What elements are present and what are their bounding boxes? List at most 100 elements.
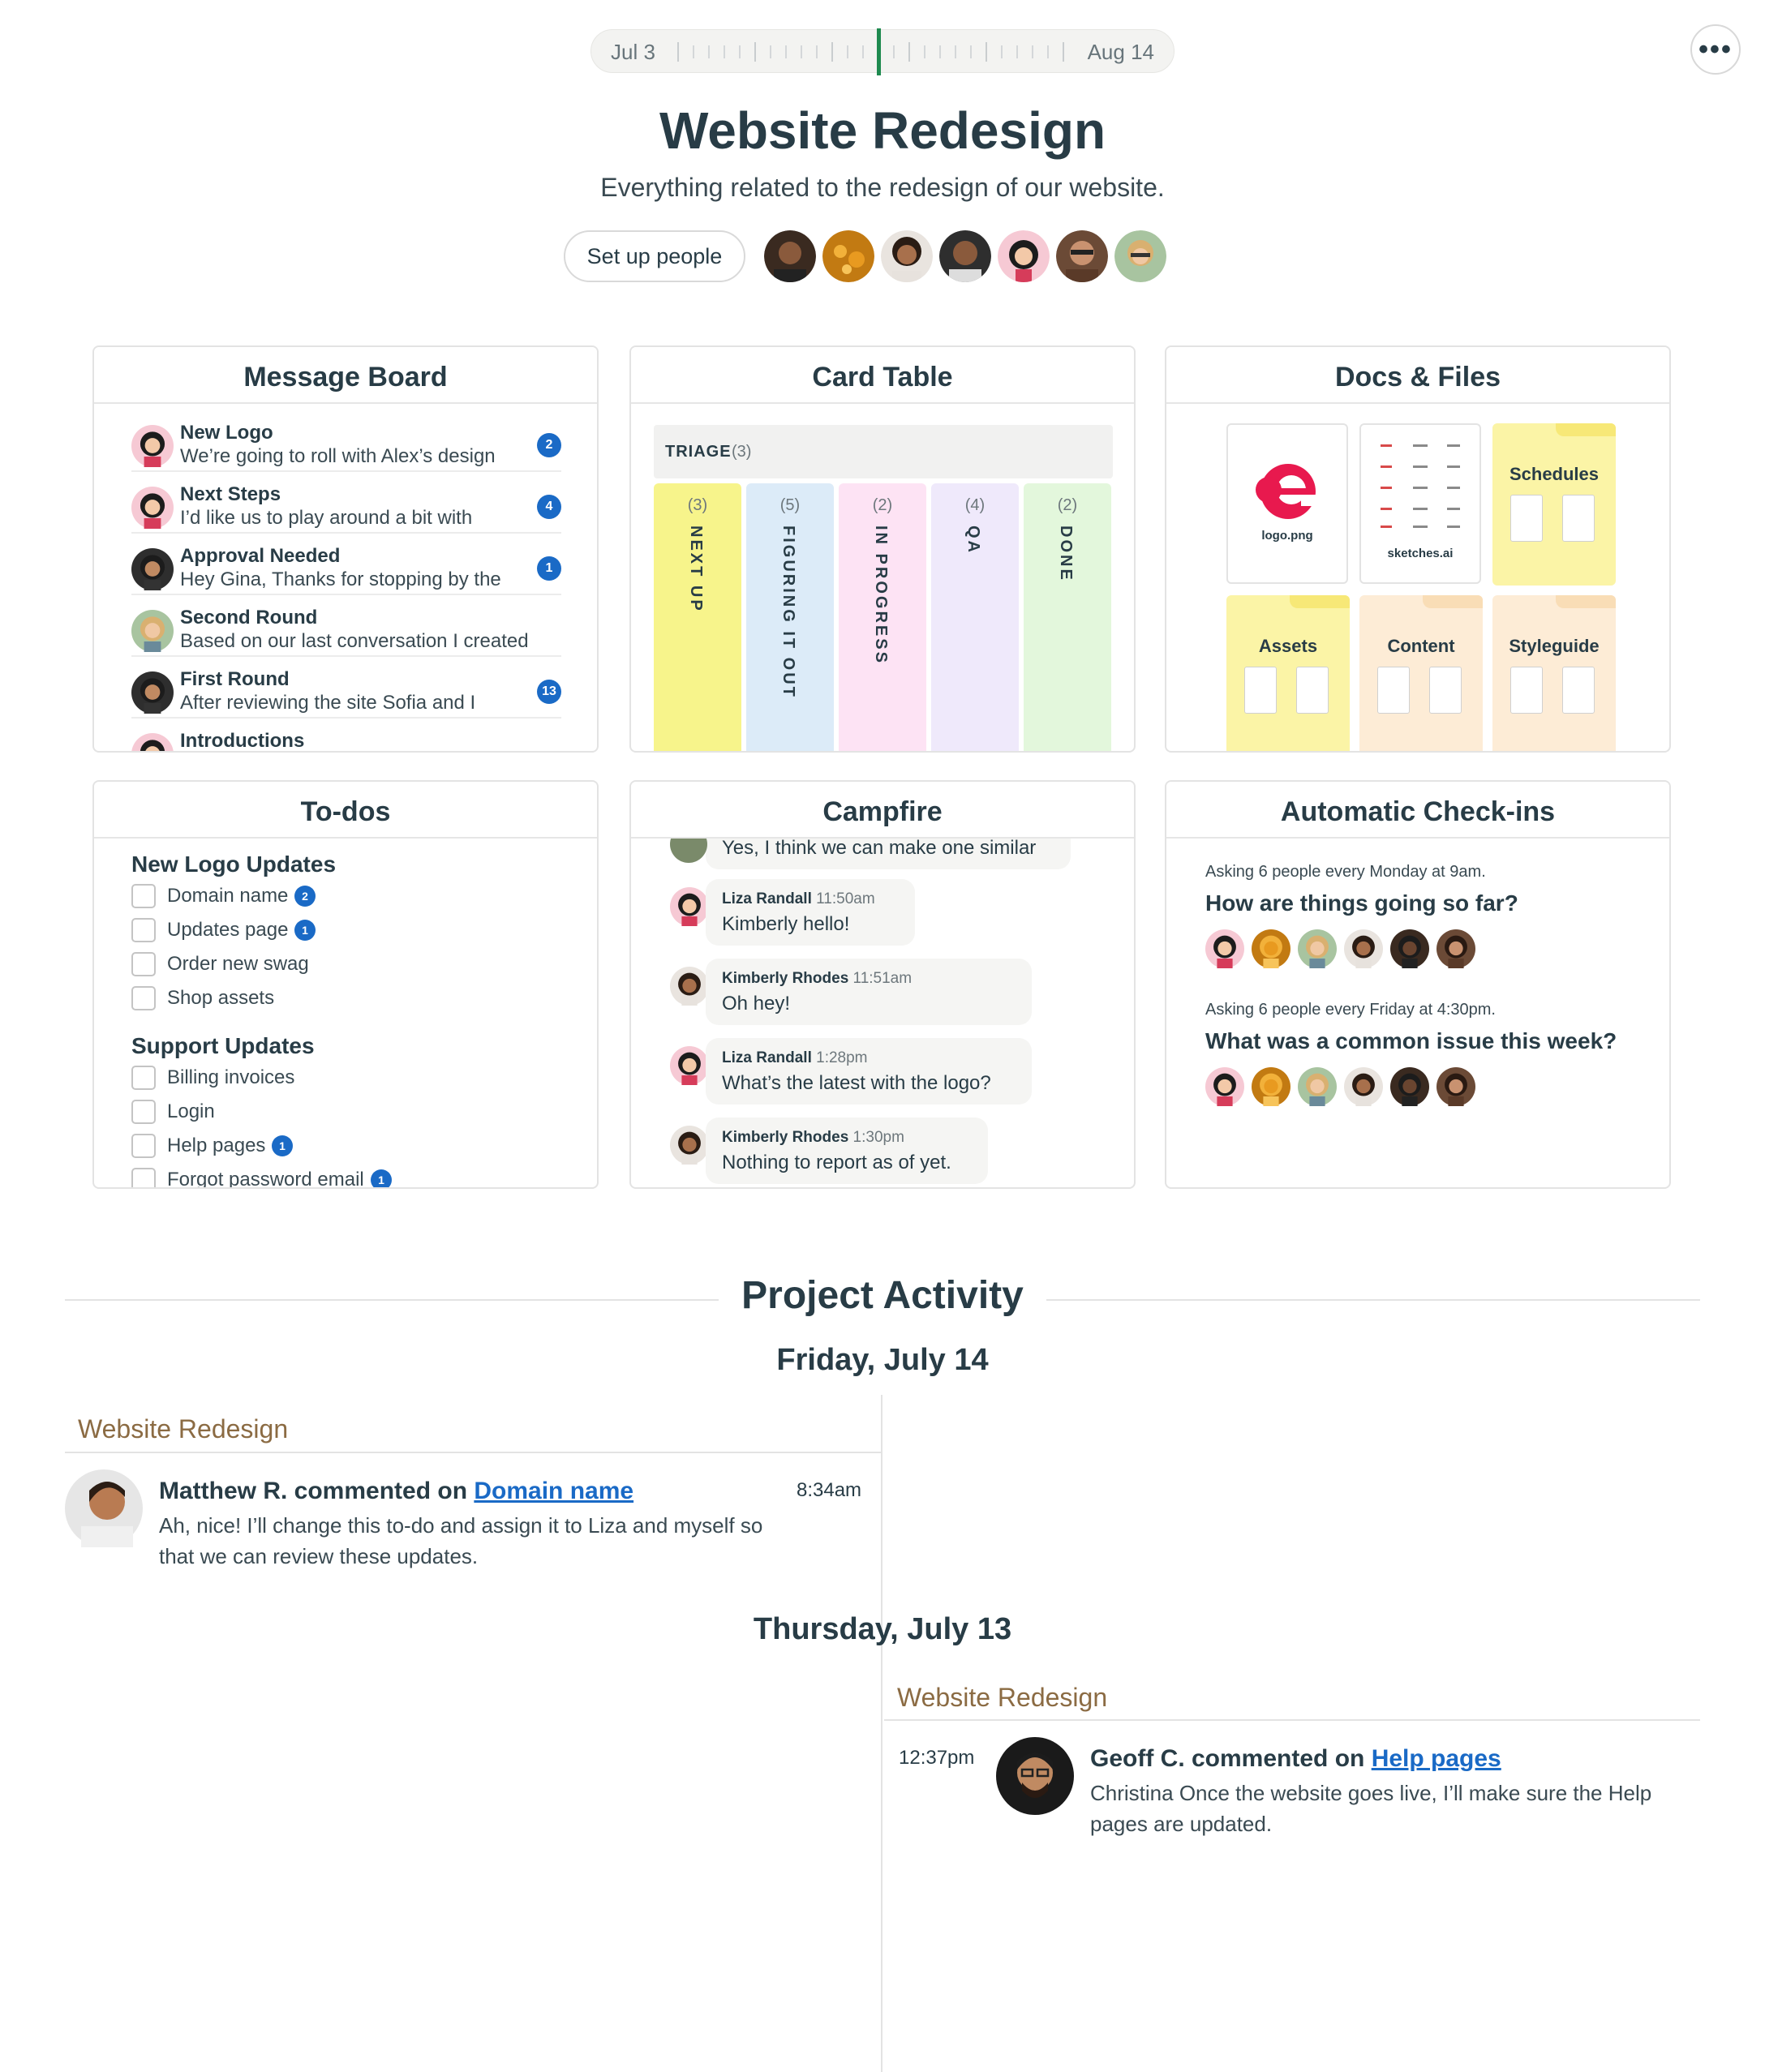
timeline-tick <box>908 42 910 62</box>
todo-label: Shop assets <box>167 987 275 1009</box>
checkin-question[interactable]: What was a common issue this week? <box>1205 1028 1617 1054</box>
bucket-divider <box>884 1719 1700 1721</box>
message-item[interactable]: Approval Needed Hey Gina, Thanks for stop… <box>131 542 561 595</box>
timeline-tick <box>693 45 694 58</box>
activity-link-domain-name[interactable]: Domain name <box>474 1478 633 1504</box>
message-board-card[interactable]: Message Board New Logo We’re going to rol… <box>92 345 599 753</box>
message-item[interactable]: Second Round Based on our last conversati… <box>131 603 561 657</box>
timeline-tick <box>754 42 756 62</box>
folder-assets[interactable]: Assets <box>1226 595 1350 751</box>
checkin-question[interactable]: How are things going so far? <box>1205 890 1518 916</box>
card-column[interactable]: (3) NEXT UP <box>654 483 741 751</box>
todo-list-title[interactable]: New Logo Updates <box>131 852 336 877</box>
file-logo-png[interactable]: logo.png <box>1226 423 1348 584</box>
avatar <box>131 610 174 652</box>
message-title: Next Steps <box>180 483 281 505</box>
triage-bar[interactable]: TRIAGE (3) <box>654 425 1113 478</box>
message-item[interactable]: Introductions <box>131 727 561 751</box>
folder-schedules[interactable]: Schedules <box>1492 423 1616 586</box>
avatar[interactable] <box>939 230 991 282</box>
chat-bubble: Liza Randall 1:28pm What’s the latest wit… <box>706 1038 1032 1105</box>
card-title[interactable]: Card Table <box>631 347 1134 404</box>
checkbox[interactable] <box>131 884 156 908</box>
avatar[interactable] <box>764 230 816 282</box>
timeline-tick <box>1001 45 1003 58</box>
message-item[interactable]: Next Steps I’d like us to play around a b… <box>131 480 561 534</box>
card-title[interactable]: Campfire <box>631 782 1134 839</box>
message-preview: I’d like us to play around a bit with <box>180 507 473 529</box>
folder-content[interactable]: Content <box>1359 595 1483 751</box>
folder-styleguide[interactable]: Styleguide <box>1492 595 1616 751</box>
chat-time: 1:28pm <box>816 1049 868 1066</box>
timeline-center-line <box>881 1395 882 2072</box>
chat-time: 1:30pm <box>852 1129 904 1146</box>
bucket-label[interactable]: Website Redesign <box>78 1414 288 1444</box>
checkbox[interactable] <box>131 986 156 1010</box>
activity-link-help-pages[interactable]: Help pages <box>1372 1745 1501 1772</box>
avatar <box>1344 929 1383 968</box>
more-options-button[interactable]: ••• <box>1690 24 1741 75</box>
column-name: FIGURING IT OUT <box>779 526 797 699</box>
card-column[interactable]: (4) QA <box>931 483 1019 751</box>
activity-headline: Geoff C. commented on Help pages <box>1090 1745 1501 1773</box>
column-name: NEXT UP <box>687 526 705 613</box>
chat-text: Nothing to report as of yet. <box>722 1152 951 1173</box>
todo-list-title[interactable]: Support Updates <box>131 1033 315 1059</box>
todo-label: Billing invoices <box>167 1066 295 1088</box>
card-title[interactable]: Docs & Files <box>1166 347 1669 404</box>
card-column[interactable]: (5) FIGURING IT OUT <box>746 483 834 751</box>
timeline-current-marker[interactable] <box>877 28 881 75</box>
docs-files-card[interactable]: Docs & Files logo.png sketches.ai Schedu… <box>1165 345 1671 753</box>
avatar <box>670 967 709 1006</box>
card-column[interactable]: (2) IN PROGRESS <box>839 483 926 751</box>
avatar[interactable] <box>1056 230 1108 282</box>
message-title: Approval Needed <box>180 545 341 567</box>
checkbox[interactable] <box>131 1100 156 1124</box>
card-title[interactable]: Automatic Check-ins <box>1166 782 1669 839</box>
checkins-card[interactable]: Automatic Check-ins Asking 6 people ever… <box>1165 780 1671 1189</box>
avatar <box>1298 929 1337 968</box>
comment-count-badge: 1 <box>371 1169 392 1187</box>
todos-card[interactable]: To-dos New Logo Updates Domain name 2 Updat… <box>92 780 599 1189</box>
timeline-tick <box>785 45 787 58</box>
card-column[interactable]: (2) DONE <box>1024 483 1111 751</box>
card-title[interactable]: Message Board <box>94 347 597 404</box>
file-sketches-ai[interactable]: sketches.ai <box>1359 423 1481 584</box>
chat-time: 11:50am <box>816 890 875 907</box>
message-item[interactable]: First Round After reviewing the site Sofi… <box>131 665 561 719</box>
chat-bubble: Liza Randall 11:50am Kimberly hello! <box>706 879 915 946</box>
timeline-tick <box>893 45 895 58</box>
card-table-card[interactable]: Card Table TRIAGE (3) (3) NEXT UP (5) FIGUR… <box>629 345 1136 753</box>
avatar <box>1205 929 1244 968</box>
set-up-people-button[interactable]: Set up people <box>564 230 745 282</box>
checkbox[interactable] <box>131 1066 156 1090</box>
avatar[interactable] <box>881 230 933 282</box>
column-name: IN PROGRESS <box>872 526 890 665</box>
timeline-tick <box>816 45 818 58</box>
message-item[interactable]: New Logo We’re going to roll with Alex’s … <box>131 418 561 472</box>
avatar[interactable] <box>998 230 1050 282</box>
comment-count-badge: 1 <box>537 556 561 581</box>
checkbox[interactable] <box>131 918 156 942</box>
campfire-card[interactable]: Campfire Yes, I think we can make one si… <box>629 780 1136 1189</box>
avatar[interactable] <box>822 230 874 282</box>
avatar <box>1436 1067 1475 1106</box>
avatar <box>131 425 174 467</box>
message-title: Second Round <box>180 607 318 628</box>
section-title: Project Activity <box>719 1274 1046 1317</box>
bucket-label[interactable]: Website Redesign <box>897 1683 1107 1713</box>
checkbox[interactable] <box>131 952 156 976</box>
timeline-scrubber[interactable]: Jul 3 Aug 14 <box>590 28 1175 75</box>
folder-tab <box>1290 595 1350 608</box>
card-title[interactable]: To-dos <box>94 782 597 839</box>
chat-text: Oh hey! <box>722 993 791 1015</box>
checkbox[interactable] <box>131 1168 156 1187</box>
checkbox[interactable] <box>131 1134 156 1158</box>
chat-author: Liza Randall 1:28pm <box>722 1049 868 1067</box>
avatar[interactable] <box>996 1737 1074 1815</box>
activity-body: Christina Once the website goes live, I’… <box>1090 1781 1652 1836</box>
avatar <box>1298 1067 1337 1106</box>
avatar[interactable] <box>1114 230 1166 282</box>
avatar[interactable] <box>65 1469 143 1547</box>
folder-tab <box>1423 595 1483 608</box>
